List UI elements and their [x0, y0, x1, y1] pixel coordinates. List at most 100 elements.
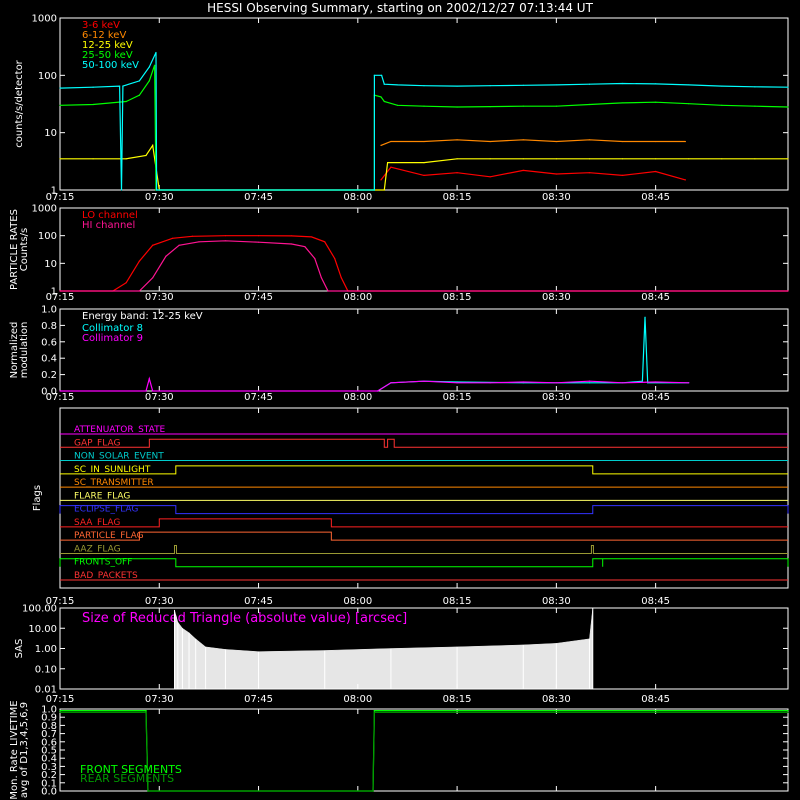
particle-series-line — [60, 240, 788, 292]
counts-data-point — [145, 154, 147, 157]
counts-data-point — [373, 189, 375, 191]
counts-data-point — [383, 100, 385, 103]
counts-series-line — [59, 65, 789, 191]
counts-data-point — [655, 83, 657, 85]
modulation-panel: 07:15 07:30 07:45 08:00 08:15 08:30 08:450.00.… — [9, 305, 789, 403]
observing-summary-figure: HESSI Observing Summary, starting on 200… — [9, 1, 789, 800]
flag-row: SC_IN_SUNLIGHT — [60, 465, 788, 475]
counts-data-point — [390, 140, 392, 143]
livetime-data-point — [59, 710, 61, 712]
modulation-data-point — [588, 382, 591, 384]
modulation-data-point — [390, 382, 392, 384]
counts-data-point — [721, 85, 723, 87]
particle-data-point — [138, 260, 141, 262]
counts-data-point — [588, 83, 591, 85]
counts-series-4 — [59, 51, 789, 191]
modulation-data-point — [655, 381, 657, 383]
counts-data-point — [156, 189, 158, 191]
counts-data-point — [655, 170, 657, 173]
particle-data-point — [165, 255, 167, 257]
particle-legend: LO channelHI channel — [82, 210, 138, 231]
counts-series-line — [59, 52, 789, 191]
flag-row: BAD_PACKETS — [60, 571, 788, 581]
flag-row: NON_SOLAR_EVENT — [60, 452, 788, 462]
livetime-data-point — [145, 710, 147, 712]
counts-data-point — [655, 158, 657, 160]
counts-data-point — [456, 106, 458, 108]
counts-data-point — [787, 158, 789, 160]
counts-data-point — [381, 74, 383, 76]
counts-panel: 07:15 07:30 07:45 08:00 08:15 08:30 08:4511010… — [14, 14, 789, 203]
particle-data-point — [224, 235, 227, 237]
flag-line — [60, 531, 788, 541]
counts-data-point — [522, 158, 524, 160]
counts-data-point — [721, 104, 723, 106]
flag-row: ECLIPSE_FLAG — [59, 505, 789, 515]
counts-ytick-label: 1000 — [32, 14, 57, 25]
counts-data-point — [684, 140, 687, 143]
counts-data-point — [125, 158, 127, 160]
modulation-legend: Energy band: 12-25 keVCollimator 8Collim… — [82, 311, 203, 344]
modulation-data-point — [688, 382, 690, 384]
counts-data-point — [380, 96, 382, 98]
counts-data-point — [456, 139, 458, 141]
counts-series-0 — [380, 166, 687, 181]
counts-series-line — [380, 166, 686, 181]
counts-data-point — [555, 158, 557, 160]
particle-ytick-label: 1000 — [32, 204, 57, 215]
counts-data-point — [59, 87, 61, 89]
flag-row: GAP_FLAG — [60, 438, 788, 448]
flag-line — [60, 518, 788, 528]
modulation-ytick-label: 0.4 — [41, 354, 57, 365]
counts-data-point — [92, 103, 94, 106]
counts-data-point — [489, 140, 491, 143]
modulation-ylabel: modulation — [19, 322, 30, 379]
modulation-ytick-label: 0.0 — [41, 387, 57, 398]
livetime-data-point — [373, 710, 375, 712]
modulation-xtick-label: 08:30 — [542, 392, 571, 403]
counts-data-point — [621, 174, 624, 176]
counts-data-point — [555, 140, 557, 143]
counts-data-point — [688, 103, 690, 105]
counts-data-point — [383, 83, 385, 85]
sas-xtick-label: 07:15 — [46, 694, 75, 705]
particle-xtick-label: 08:30 — [542, 292, 571, 303]
counts-data-point — [489, 158, 491, 160]
figure-title: HESSI Observing Summary, starting on 200… — [207, 1, 593, 15]
livetime-data-point — [372, 790, 374, 792]
sas-title: Size of Reduced Triangle (absolute value… — [82, 611, 407, 626]
particle-legend-item: HI channel — [82, 220, 135, 231]
counts-data-point — [387, 162, 389, 164]
flag-line — [59, 558, 789, 568]
counts-ylabel: counts/s/detector — [14, 59, 25, 147]
modulation-ytick-label: 0.2 — [41, 370, 57, 381]
sas-ytick-label: 0.10 — [35, 664, 57, 675]
counts-data-point — [621, 102, 624, 104]
modulation-ytick-label: 0.6 — [41, 337, 57, 348]
counts-series-1 — [380, 139, 687, 146]
modulation-series-0 — [377, 316, 690, 392]
particle-data-point — [138, 290, 141, 292]
counts-data-point — [684, 179, 687, 181]
particle-data-point — [320, 277, 323, 279]
modulation-series-line — [60, 376, 689, 392]
modulation-legend-item: Collimator 9 — [82, 333, 143, 344]
sas-xtick-label: 08:00 — [343, 694, 372, 705]
flag-row: SC_TRANSMITTER — [60, 478, 788, 488]
counts-xtick-label: 07:30 — [145, 192, 174, 203]
counts-data-point — [152, 144, 154, 146]
sas-xtick-label: 07:45 — [244, 694, 273, 705]
particle-series-line — [60, 235, 788, 292]
modulation-data-point — [555, 382, 557, 384]
flags-xtick-label: 08:15 — [443, 596, 472, 607]
particle-data-point — [152, 244, 154, 246]
flags-xtick-label: 07:45 — [244, 596, 273, 607]
particle-data-point — [327, 290, 329, 292]
flag-row: ATTENUATOR_STATE — [60, 425, 788, 435]
modulation-ytick-label: 1.0 — [41, 305, 57, 316]
counts-data-point — [655, 140, 657, 143]
counts-data-point — [138, 94, 141, 96]
counts-data-point — [59, 104, 61, 106]
counts-xtick-label: 08:00 — [343, 192, 372, 203]
modulation-data-point — [522, 381, 524, 383]
